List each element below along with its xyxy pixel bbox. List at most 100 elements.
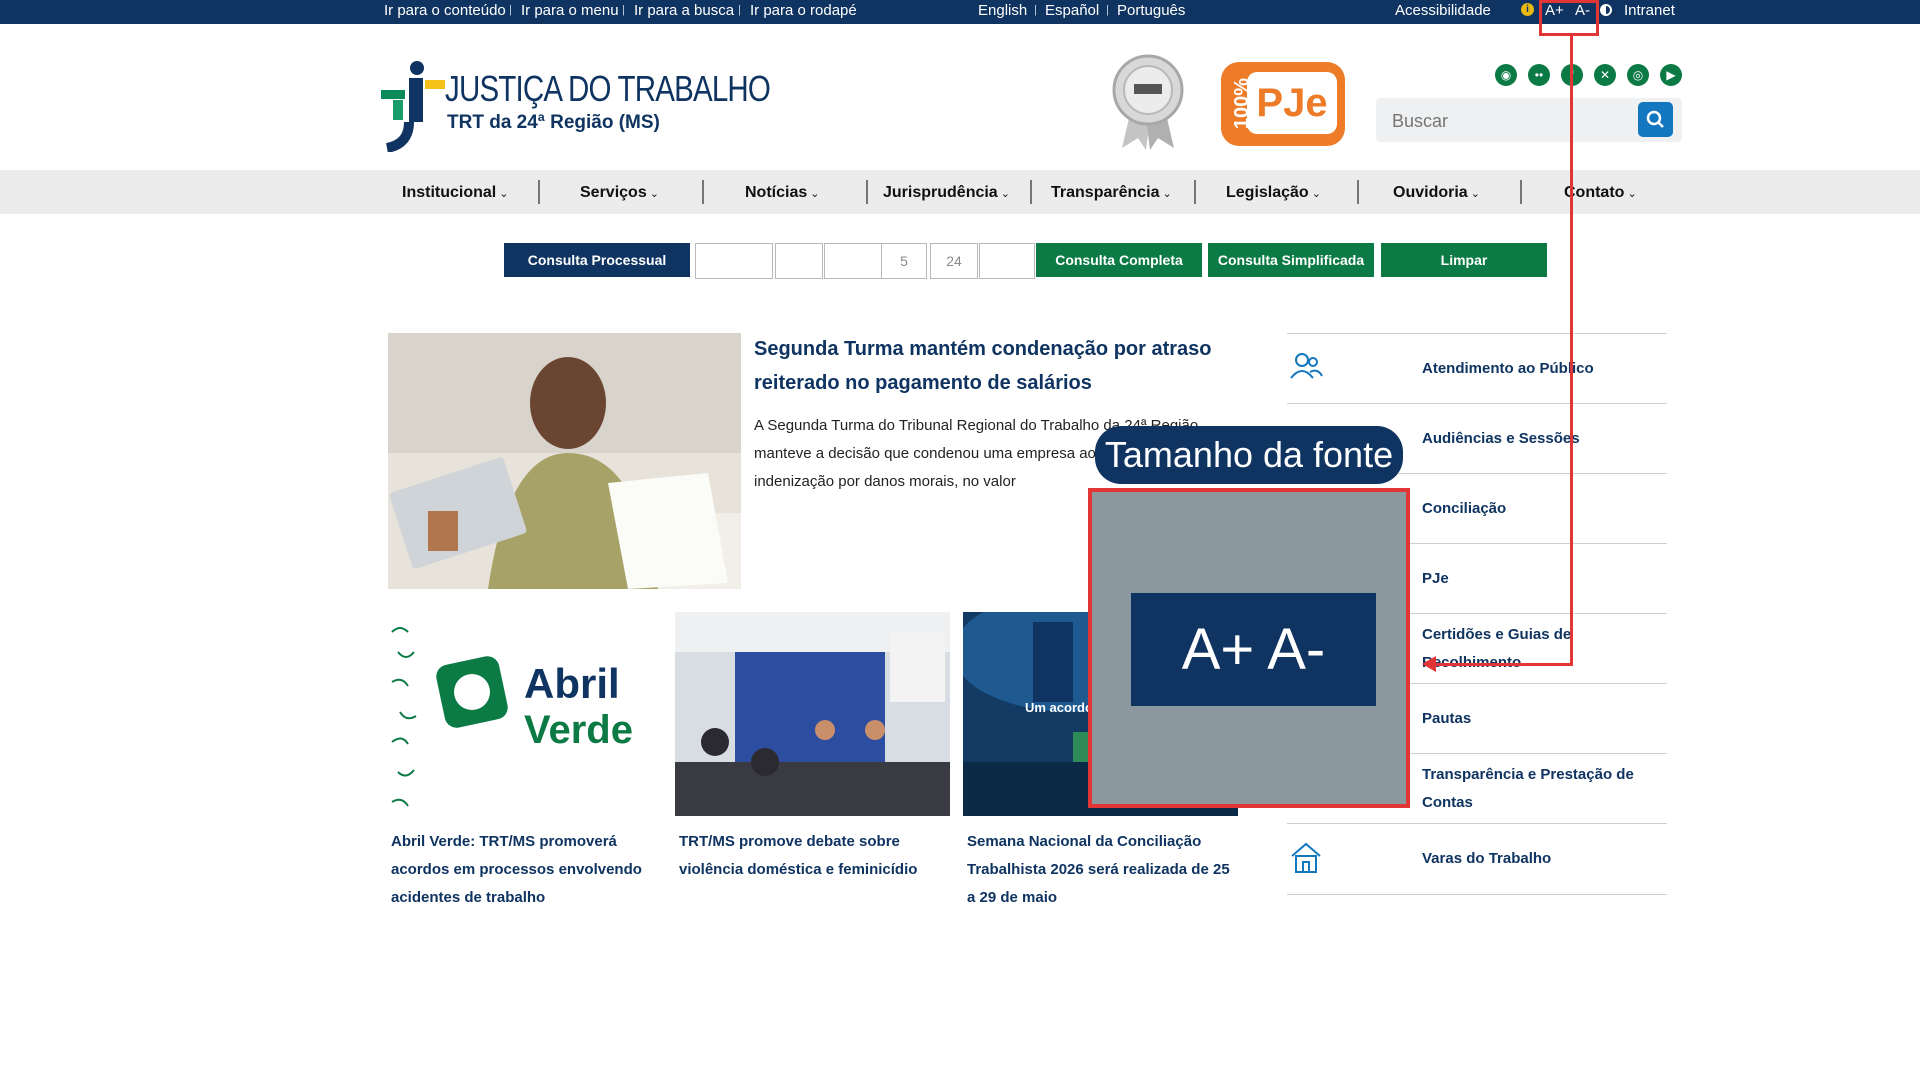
chevron-down-icon: ⌄ [810, 188, 820, 200]
nav-label: Ouvidoria [1393, 184, 1468, 201]
flickr-icon[interactable]: •• [1528, 64, 1550, 86]
nav-item-noticias[interactable]: Notícias ⌄ [745, 184, 819, 202]
nav-item-servicos[interactable]: Serviços ⌄ [580, 184, 659, 202]
chevron-down-icon: ⌄ [1000, 188, 1010, 200]
process-region-field[interactable] [930, 243, 978, 279]
site-logo[interactable]: JUSTIÇA DO TRABALHO TRT da 24ª Região (M… [375, 60, 771, 152]
chevron-down-icon: ⌄ [1162, 188, 1172, 200]
consulta-processual-label: Consulta Processual [504, 243, 690, 277]
language-portuguese-link[interactable]: Português [1117, 2, 1185, 19]
consulta-simplificada-button[interactable]: Consulta Simplificada [1208, 243, 1374, 277]
quality-seal-image [1112, 52, 1184, 152]
skip-to-content-link[interactable]: Ir para o conteúdo [384, 2, 506, 19]
separator: | [1106, 4, 1109, 16]
font-size-zoom-callout: A+ A- [1088, 488, 1410, 808]
annotation-connector-line [1570, 36, 1573, 666]
main-article-image[interactable] [388, 333, 741, 589]
nav-label: Transparência [1051, 184, 1160, 201]
limpar-button[interactable]: Limpar [1381, 243, 1547, 277]
info-icon[interactable]: i [1521, 3, 1534, 16]
separator: | [1034, 4, 1037, 16]
divider [1287, 894, 1667, 895]
card-title-debate[interactable]: TRT/MS promove debate sobre violência do… [679, 828, 947, 884]
nav-separator [866, 180, 868, 204]
courthouse-icon [1291, 842, 1321, 873]
annotation-connector-line [1428, 663, 1573, 666]
process-justice-field[interactable] [881, 243, 927, 279]
nav-item-legislacao[interactable]: Legislação ⌄ [1226, 184, 1321, 202]
nav-separator [1030, 180, 1032, 204]
quick-link-varas[interactable]: Varas do Trabalho [1422, 845, 1652, 873]
x-icon[interactable]: ✕ [1594, 64, 1616, 86]
separator: | [509, 4, 512, 16]
quick-link-pautas[interactable]: Pautas [1422, 705, 1652, 733]
nav-item-contato[interactable]: Contato ⌄ [1564, 184, 1637, 202]
card-title-abril-verde[interactable]: Abril Verde: TRT/MS promoverá acordos em… [391, 828, 659, 912]
abril-text: Abril [524, 660, 620, 707]
pje-badge-label: PJe [1247, 72, 1337, 134]
chevron-down-icon: ⌄ [1470, 188, 1480, 200]
chevron-down-icon: ⌄ [499, 188, 509, 200]
quick-link-conciliacao[interactable]: Conciliação [1422, 495, 1652, 523]
chevron-down-icon: ⌄ [649, 188, 659, 200]
quick-link-certidoes[interactable]: Certidões e Guias de Recolhimento [1422, 621, 1632, 677]
language-spanish-link[interactable]: Español [1045, 2, 1099, 19]
consulta-completa-button[interactable]: Consulta Completa [1036, 243, 1202, 277]
logo-title: JUSTIÇA DO TRABALHO [445, 68, 771, 109]
youtube-icon[interactable]: ▶ [1660, 64, 1682, 86]
pje-100-badge[interactable]: 100% PJe [1221, 62, 1345, 146]
process-year-field[interactable] [824, 243, 882, 279]
main-article-title[interactable]: Segunda Turma mantém condenação por atra… [754, 332, 1234, 400]
process-number-field[interactable] [695, 243, 773, 279]
card-image-debate[interactable] [675, 612, 950, 816]
divider [1287, 403, 1667, 404]
language-english-link[interactable]: English [978, 2, 1027, 19]
search-icon [1646, 110, 1664, 128]
font-size-tooltip: Tamanho da fonte [1095, 426, 1403, 484]
verde-text: Verde [524, 708, 633, 752]
accessibility-link[interactable]: Acessibilidade [1395, 2, 1491, 19]
skip-to-footer-link[interactable]: Ir para o rodapé [750, 2, 857, 19]
separator: | [622, 4, 625, 16]
separator: | [738, 4, 741, 16]
divider [1287, 333, 1667, 334]
card-title-semana-conciliacao[interactable]: Semana Nacional da Conciliação Trabalhis… [967, 828, 1235, 912]
main-navigation: Institucional ⌄ Serviços ⌄ Notícias ⌄ Juris… [0, 170, 1920, 214]
nav-separator [702, 180, 704, 204]
nav-label: Contato [1564, 184, 1625, 201]
search-input[interactable] [1390, 108, 1624, 134]
quick-link-transparencia[interactable]: Transparência e Prestação de Contas [1422, 761, 1662, 817]
nav-separator [538, 180, 540, 204]
nav-item-jurisprudencia[interactable]: Jurisprudência ⌄ [883, 184, 1010, 202]
search-box [1376, 98, 1682, 142]
logo-subtitle: TRT da 24ª Região (MS) [447, 112, 660, 133]
nav-label: Legislação [1226, 184, 1309, 201]
skip-to-search-link[interactable]: Ir para a busca [634, 2, 734, 19]
top-accessibility-bar: Ir para o conteúdo | Ir para o menu | Ir… [0, 0, 1920, 24]
card-image-abril-verde[interactable]: Abril Verde [388, 612, 660, 816]
contrast-icon[interactable] [1600, 4, 1612, 16]
intranet-link[interactable]: Intranet [1624, 2, 1675, 19]
nav-item-transparencia[interactable]: Transparência ⌄ [1051, 184, 1172, 202]
people-icon [1290, 353, 1323, 379]
nav-separator [1520, 180, 1522, 204]
skip-to-menu-link[interactable]: Ir para o menu [521, 2, 619, 19]
rss-icon[interactable]: ◉ [1495, 64, 1517, 86]
annotation-arrow-icon [1422, 656, 1436, 672]
instagram-icon[interactable]: ◎ [1627, 64, 1649, 86]
nav-separator [1357, 180, 1359, 204]
nav-item-ouvidoria[interactable]: Ouvidoria ⌄ [1393, 184, 1480, 202]
process-origin-field[interactable] [979, 243, 1035, 279]
quick-link-pje[interactable]: PJe [1422, 565, 1652, 593]
nav-label: Notícias [745, 184, 808, 201]
divider [1287, 823, 1667, 824]
nav-label: Serviços [580, 184, 647, 201]
nav-separator [1194, 180, 1196, 204]
nav-item-institucional[interactable]: Institucional ⌄ [402, 184, 508, 202]
process-digit-field[interactable] [775, 243, 823, 279]
font-size-highlight-box [1539, 0, 1599, 36]
nav-label: Institucional [402, 184, 497, 201]
search-button[interactable] [1638, 102, 1673, 137]
font-size-zoom-buttons: A+ A- [1131, 593, 1376, 706]
chevron-down-icon: ⌄ [1627, 188, 1637, 200]
